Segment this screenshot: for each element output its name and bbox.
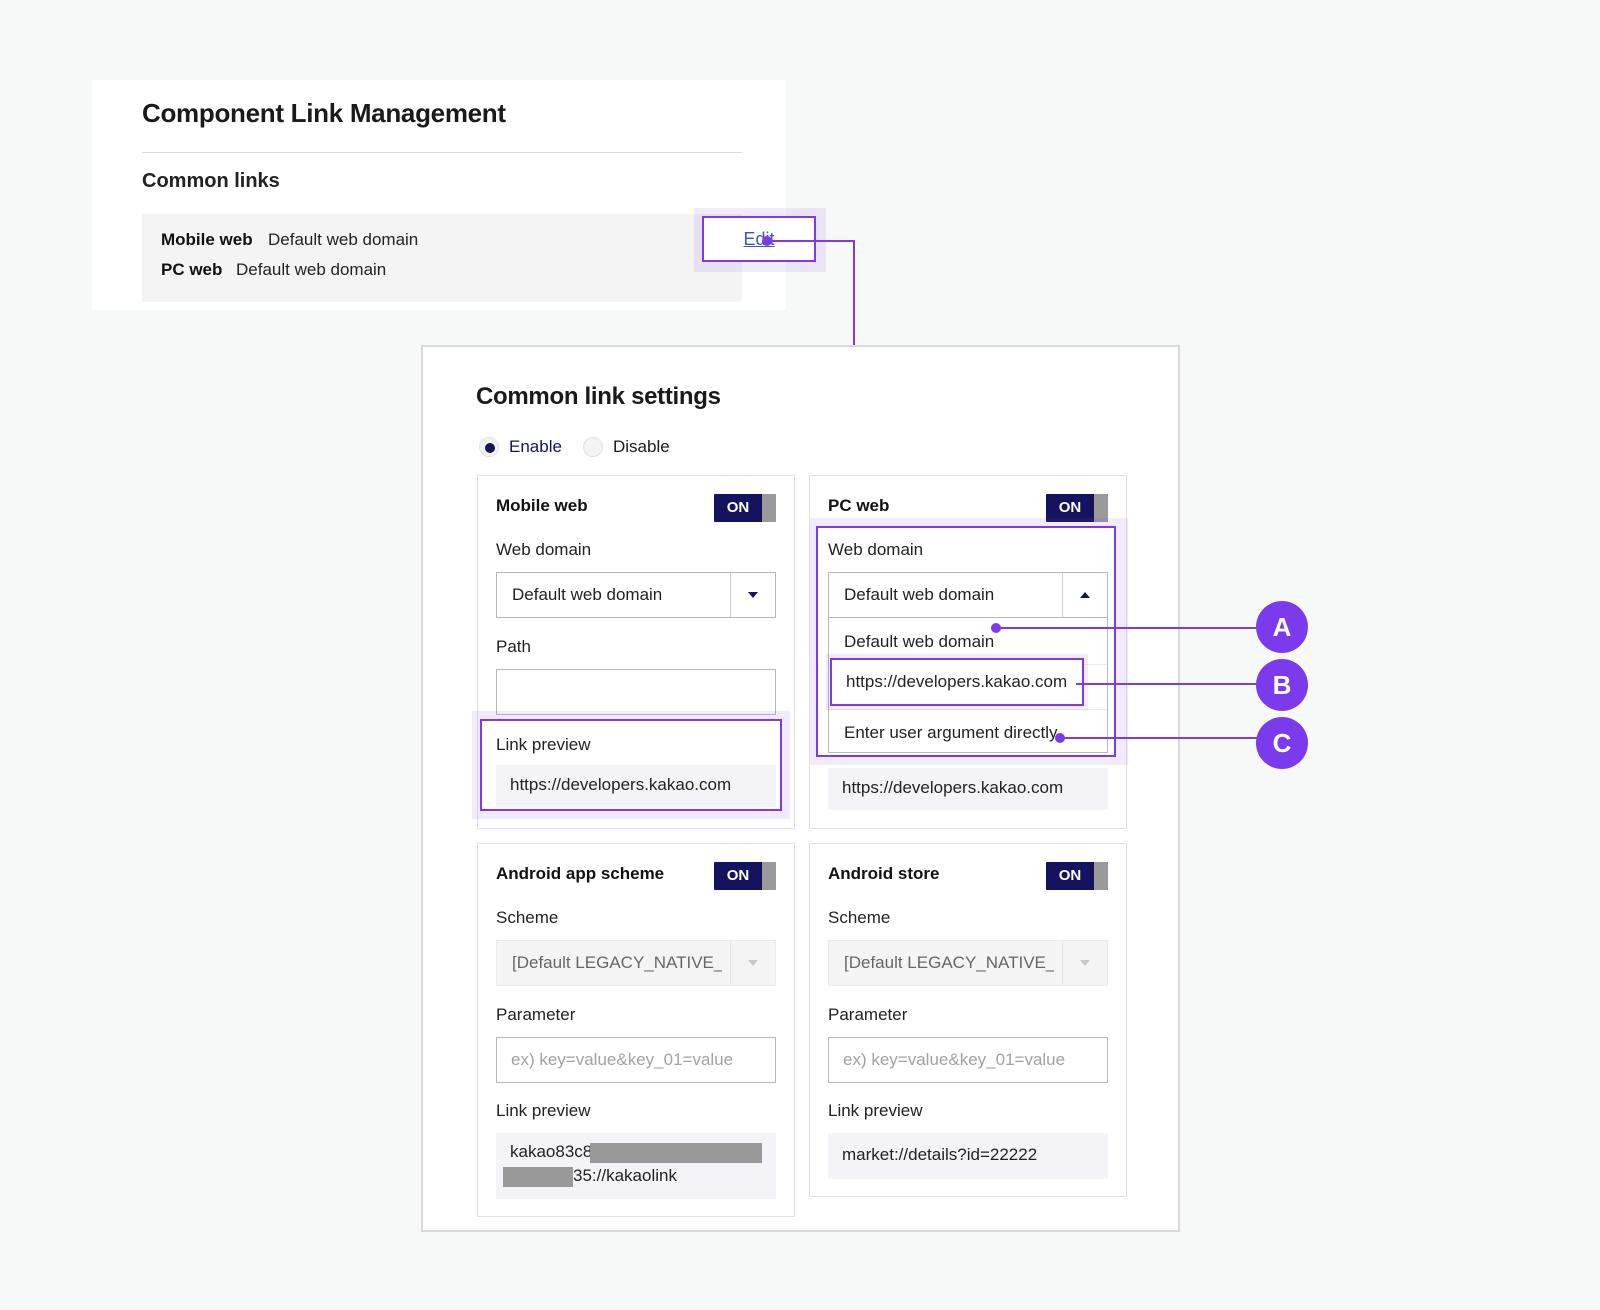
web-domain-label: Web domain [828,540,924,559]
select-value: Default web domain [844,585,995,604]
redaction-bar [590,1143,762,1163]
select-value: [Default LEGACY_NATIVE_A [844,953,1054,972]
mobile-web-label: Mobile web [161,230,253,249]
mobile-web-toggle[interactable]: ON [714,494,776,522]
common-links-box: Mobile web Default web domain PC web Def… [142,208,826,302]
pc-web-domain-select[interactable]: Default web domain [828,572,1108,618]
web-domain-callout-box: Web domain Default web domain Default we… [816,526,1116,757]
android-store-toggle[interactable]: ON [1046,862,1108,890]
page-title: Component Link Management [142,98,506,128]
toggle-label: ON [726,499,750,516]
chevron-down-icon[interactable] [748,592,758,598]
link-preview-box: kakao83c8 35://kakaolink [496,1133,776,1199]
android-store-title: Android store [828,864,940,883]
edit-link[interactable]: Edit [704,218,814,260]
scheme-select: [Default LEGACY_NATIVE_A [828,940,1108,986]
disable-radio-label[interactable]: Disable [613,437,670,457]
pc-link-preview-box: https://developers.kakao.com [828,768,1108,810]
dropdown-option-enter-directly[interactable]: Enter user argument directly [844,723,1058,743]
enable-radio-label[interactable]: Enable [509,437,562,457]
callout-marker-b: B [1256,659,1308,711]
dropdown-option-default[interactable]: Default web domain [844,632,994,652]
select-separator [1062,573,1063,617]
connector-line [767,240,855,242]
section-title: Common links [142,170,280,192]
select-separator [1062,941,1063,985]
edit-callout-box: Edit [702,216,816,262]
link-preview-line2: 35://kakaolink [573,1166,677,1185]
callout-line-a [996,627,1258,629]
pc-web-card: PC web ON https://developers.kakao.com W… [809,475,1128,829]
redaction-bar [503,1167,573,1187]
pc-link-preview-value: https://developers.kakao.com [842,778,1064,797]
dropdown-option-kakao[interactable]: https://developers.kakao.com [846,672,1067,692]
link-preview-value: https://developers.kakao.com [510,775,732,794]
link-preview-label: Link preview [828,1101,923,1120]
mobile-web-card: Mobile web ON Web domain Default web dom… [472,475,795,829]
parameter-input[interactable]: ex) key=value&key_01=value [828,1037,1108,1083]
option-callout-box: https://developers.kakao.com [830,658,1084,706]
link-preview-line1: kakao83c8 [510,1142,593,1161]
link-preview-box: market://details?id=22222 [828,1133,1108,1179]
settings-title: Common link settings [476,383,721,410]
android-app-scheme-card: Android app scheme ON Scheme [Default LE… [477,843,795,1217]
web-domain-label: Web domain [496,540,592,559]
link-preview-callout-box: Link preview https://developers.kakao.co… [480,719,782,811]
parameter-placeholder: ex) key=value&key_01=value [843,1050,1066,1069]
toggle-knob [762,862,776,890]
callout-marker-c: C [1256,717,1308,769]
path-input[interactable] [496,669,776,715]
link-preview-label: Link preview [496,735,591,754]
toggle-label: ON [726,867,750,884]
toggle-label: ON [1058,867,1082,884]
pc-web-title: PC web [828,496,890,515]
pc-web-label: PC web [161,260,223,279]
callout-line-c [1060,737,1258,739]
common-link-settings-dialog: Common link settings Enable Disable Mobi… [421,345,1180,1232]
select-value: Default web domain [512,585,663,604]
scheme-select: [Default LEGACY_NATIVE_A [496,940,776,986]
disable-radio[interactable] [583,437,603,457]
chevron-down-icon [1080,960,1090,966]
select-separator [730,573,731,617]
link-preview-value: market://details?id=22222 [842,1145,1038,1164]
toggle-knob [762,494,776,522]
chevron-down-icon [748,960,758,966]
android-app-scheme-title: Android app scheme [496,864,665,883]
chevron-up-icon[interactable] [1080,592,1090,598]
select-separator [730,941,731,985]
link-preview-box: https://developers.kakao.com [496,765,776,807]
parameter-placeholder: ex) key=value&key_01=value [511,1050,734,1069]
mobile-web-title: Mobile web [496,496,588,515]
divider [142,152,742,153]
link-preview-label: Link preview [496,1101,591,1120]
component-link-management-panel: Component Link Management Common links M… [92,80,826,310]
android-store-card: Android store ON Scheme [Default LEGACY_… [809,843,1127,1197]
enable-radio[interactable] [479,437,499,457]
path-label: Path [496,637,531,656]
callout-line-b [1076,683,1258,685]
scheme-label: Scheme [828,908,891,927]
callout-marker-a: A [1256,601,1308,653]
android-app-scheme-toggle[interactable]: ON [714,862,776,890]
parameter-input[interactable]: ex) key=value&key_01=value [496,1037,776,1083]
toggle-knob [1094,862,1108,890]
parameter-label: Parameter [828,1005,908,1024]
scheme-label: Scheme [496,908,559,927]
connector-line [853,240,855,345]
parameter-label: Parameter [496,1005,576,1024]
pc-web-value: Default web domain [236,260,387,279]
mobile-web-value: Default web domain [268,230,419,249]
mobile-web-domain-select[interactable]: Default web domain [496,572,776,618]
select-value: [Default LEGACY_NATIVE_A [512,953,722,972]
